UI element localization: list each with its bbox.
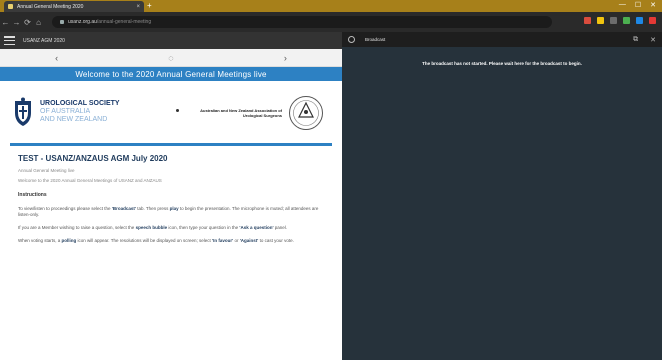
instruction-paragraph: To view/listen to proceedings please sel… [18,206,319,217]
extension-icon[interactable] [584,17,591,24]
meeting-info-panel: USANZ AGM 2020 ‹ ◌ › Welcome to the 2020… [0,32,342,360]
close-window-icon[interactable]: ✕ [650,1,656,9]
broadcast-header: Broadcast ⧉ ✕ [342,32,662,47]
close-tab-icon[interactable]: × [136,4,140,10]
crest-icon [15,97,31,126]
browser-window: Annual General Meeting 2020 × + — ☐ ✕ ← … [0,0,662,360]
anzaus-name: Australian and New Zealand Association o… [200,108,282,118]
broadcast-title: Broadcast [365,37,386,42]
seal-icon [289,96,323,130]
logo-row: UROLOGICAL SOCIETY OF AUSTRALIA AND NEW … [0,81,342,143]
browser-toolbar: ← → ⟳ ⌂ usanz.org.au /annual-general-mee… [0,12,662,32]
anzaus-logo: Australian and New Zealand Association o… [190,95,324,131]
usanz-logo: UROLOGICAL SOCIETY OF AUSTRALIA AND NEW … [12,97,162,127]
minimize-icon[interactable]: — [619,1,626,9]
event-meta: Annual General Meeting live [18,168,75,173]
close-panel-icon[interactable]: ✕ [650,36,656,44]
extension-icons [584,17,656,24]
broadcast-panel: Broadcast ⧉ ✕ The broadcast has not star… [342,32,662,360]
instruction-paragraph: If you are a Member wishing to raise a q… [18,225,288,230]
forward-icon[interactable]: → [11,18,22,27]
welcome-banner: Welcome to the 2020 Annual General Meeti… [0,67,342,81]
org-name-line-1: UROLOGICAL SOCIETY [40,100,120,107]
instructions-heading: Instructions [18,192,47,198]
address-bar[interactable]: usanz.org.au /annual-general-meeting [52,16,552,28]
org-name-line-2: OF AUSTRALIA [40,108,91,115]
slide-controls: ‹ ◌ › [0,49,342,67]
back-icon[interactable]: ← [0,18,11,27]
app-header: USANZ AGM 2020 [0,32,342,49]
extension-icon[interactable] [610,17,617,24]
extension-icon[interactable] [636,17,643,24]
home-icon[interactable]: ⌂ [33,18,44,27]
instruction-paragraph: When voting starts, a polling icon will … [18,238,294,243]
url-path: /annual-general-meeting [96,19,152,25]
org-name-line-3: AND NEW ZEALAND [40,116,108,123]
separator-dot [176,109,179,112]
event-welcome: Welcome to the 2020 Annual General Meeti… [18,178,162,183]
next-slide-icon[interactable]: › [284,53,287,63]
window-controls: — ☐ ✕ [619,1,656,9]
previous-slide-icon[interactable]: ‹ [55,53,58,63]
broadcast-icon [348,36,355,43]
menu-icon[interactable] [4,36,15,45]
browser-tab[interactable]: Annual General Meeting 2020 × [4,1,144,12]
favicon-icon [8,4,13,9]
broadcast-status-message: The broadcast has not started. Please wa… [422,61,582,66]
reload-icon[interactable]: ⟳ [22,18,33,27]
new-tab-button[interactable]: + [147,1,152,11]
tab-title: Annual General Meeting 2020 [17,3,84,10]
url-host: usanz.org.au [68,19,97,25]
lock-icon [60,20,64,24]
popout-icon[interactable]: ⧉ [633,36,638,44]
maximize-icon[interactable]: ☐ [635,1,641,9]
extension-icon[interactable] [623,17,630,24]
extension-icon[interactable] [649,17,656,24]
tab-strip: Annual General Meeting 2020 × + — ☐ ✕ [0,0,662,12]
event-title: TEST - USANZ/ANZAUS AGM July 2020 [18,154,168,163]
slide-indicator-icon[interactable]: ◌ [168,53,173,63]
app-title: USANZ AGM 2020 [23,37,65,44]
meeting-details: TEST - USANZ/ANZAUS AGM July 2020 Annual… [0,146,342,259]
extension-icon[interactable] [597,17,604,24]
